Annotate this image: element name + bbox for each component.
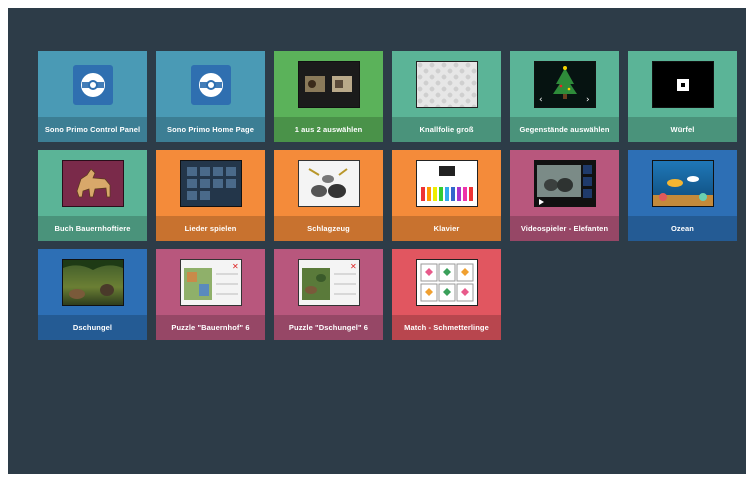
drum-kit-icon (297, 160, 360, 207)
butterfly-match-icon (415, 259, 478, 306)
tile-label: Sono Primo Control Panel (38, 117, 147, 142)
tile-bubble-wrap[interactable]: Knallfolie groß (392, 51, 501, 142)
puzzle-farm-icon: ✕ (179, 259, 242, 306)
tile-label: Ozean (628, 216, 737, 241)
tile-label: Sono Primo Home Page (156, 117, 265, 142)
tile-label: Buch Bauernhoftiere (38, 216, 147, 241)
tile-puzzle-farm[interactable]: ✕ Puzzle "Bauernhof" 6 (156, 249, 265, 340)
tile-label: Klavier (392, 216, 501, 241)
tile-butterfly-match[interactable]: Match - Schmetterlinge (392, 249, 501, 340)
tile-label: Gegenstände auswählen (510, 117, 619, 142)
desktop-screen: Sono Primo Control Panel Sono Primo Home… (8, 8, 746, 474)
bubble-wrap-icon (415, 61, 478, 108)
tile-piano[interactable]: Klavier (392, 150, 501, 241)
tile-farm-animals-book[interactable]: Buch Bauernhoftiere (38, 150, 147, 241)
piano-icon (415, 160, 478, 207)
tile-label: 1 aus 2 auswählen (274, 117, 383, 142)
tile-label: Knallfolie groß (392, 117, 501, 142)
svg-text:✕: ✕ (350, 262, 357, 271)
christmas-tree-icon: ‹ › (533, 61, 596, 108)
svg-text:✕: ✕ (232, 262, 239, 271)
ocean-icon (651, 160, 714, 207)
tile-drums[interactable]: Schlagzeug (274, 150, 383, 241)
tile-grid: Sono Primo Control Panel Sono Primo Home… (38, 51, 737, 340)
tile-choose-one-of-two[interactable]: 1 aus 2 auswählen (274, 51, 383, 142)
tile-puzzle-jungle[interactable]: ✕ Puzzle "Dschungel" 6 (274, 249, 383, 340)
sono-primo-logo-icon (72, 65, 113, 105)
dice-icon (651, 61, 714, 108)
jungle-icon (61, 259, 124, 306)
svg-text:‹: ‹ (539, 95, 543, 105)
tile-label: Puzzle "Dschungel" 6 (274, 315, 383, 340)
tile-home-page[interactable]: Sono Primo Home Page (156, 51, 265, 142)
tile-label: Videospieler - Elefanten (510, 216, 619, 241)
tile-select-objects[interactable]: ‹ › Gegenstände auswählen (510, 51, 619, 142)
elephant-video-icon (533, 160, 596, 207)
song-grid-icon (179, 160, 242, 207)
choose-one-of-two-icon (297, 61, 360, 108)
tile-dice[interactable]: Würfel (628, 51, 737, 142)
tile-control-panel[interactable]: Sono Primo Control Panel (38, 51, 147, 142)
puzzle-jungle-icon: ✕ (297, 259, 360, 306)
tile-label: Dschungel (38, 315, 147, 340)
tile-label: Match - Schmetterlinge (392, 315, 501, 340)
svg-text:›: › (586, 95, 590, 105)
dog-icon (61, 160, 124, 207)
tile-play-songs[interactable]: Lieder spielen (156, 150, 265, 241)
tile-ocean[interactable]: Ozean (628, 150, 737, 241)
tile-video-elephants[interactable]: Videospieler - Elefanten (510, 150, 619, 241)
sono-primo-logo-icon (190, 65, 231, 105)
tile-jungle[interactable]: Dschungel (38, 249, 147, 340)
tile-label: Puzzle "Bauernhof" 6 (156, 315, 265, 340)
tile-label: Lieder spielen (156, 216, 265, 241)
tile-label: Würfel (628, 117, 737, 142)
tile-label: Schlagzeug (274, 216, 383, 241)
